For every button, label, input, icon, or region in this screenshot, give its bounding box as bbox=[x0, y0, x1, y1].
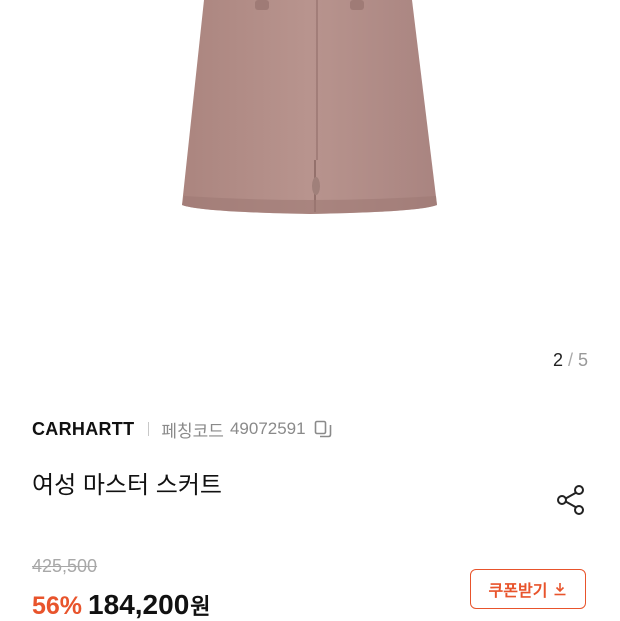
pager-current: 2 bbox=[552, 350, 563, 370]
coupon-download-button[interactable]: 쿠폰받기 bbox=[470, 569, 586, 609]
product-meta-row: CARHARTT 페칭코드 49072591 bbox=[32, 416, 332, 442]
meta-divider bbox=[148, 422, 150, 436]
gallery-pager: 2/5 bbox=[553, 350, 588, 371]
product-title: 여성 마스터 스커트 bbox=[32, 472, 222, 499]
product-image-gallery[interactable]: 2/5 bbox=[0, 0, 620, 390]
price-row: 56% 184,200 원 bbox=[32, 589, 211, 621]
original-price: 425,500 bbox=[32, 556, 98, 576]
product-image-skirt bbox=[182, 0, 437, 214]
brand-name[interactable]: CARHARTT bbox=[32, 419, 134, 440]
coupon-button-label: 쿠폰받기 bbox=[488, 583, 548, 600]
pager-total: 5 bbox=[577, 350, 588, 370]
product-code-label: 페칭코드 bbox=[161, 421, 224, 441]
download-icon bbox=[554, 583, 566, 596]
currency-unit: 원 bbox=[190, 594, 211, 619]
copy-icon[interactable] bbox=[314, 420, 332, 438]
discount-rate: 56% bbox=[32, 592, 83, 620]
pager-separator: / bbox=[567, 350, 573, 370]
product-code-value: 49072591 bbox=[229, 419, 306, 438]
share-button[interactable] bbox=[553, 482, 589, 518]
sale-price: 184,200 bbox=[88, 589, 190, 620]
share-icon bbox=[557, 485, 584, 515]
